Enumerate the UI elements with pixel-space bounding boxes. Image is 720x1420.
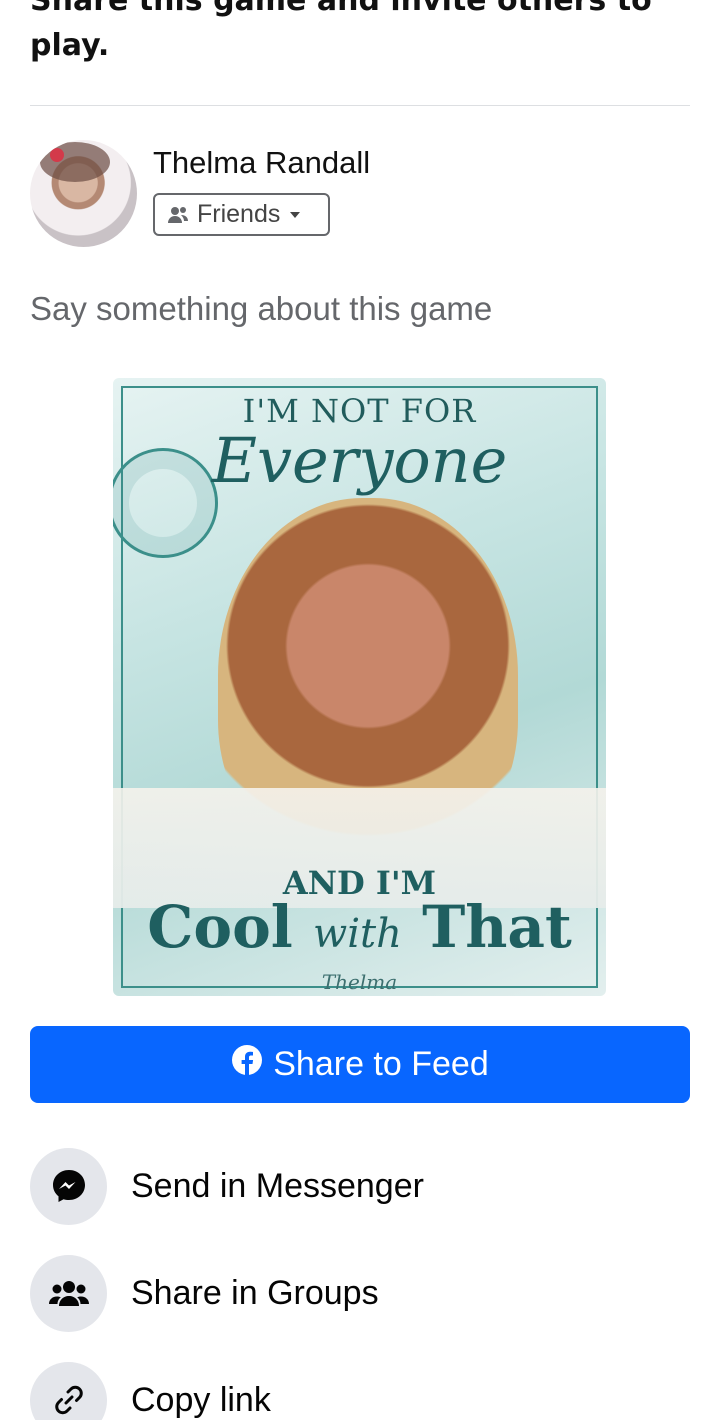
share-in-groups-option[interactable]: Share in Groups: [30, 1254, 690, 1332]
friends-icon: [167, 206, 189, 224]
copy-link-label: Copy link: [131, 1380, 271, 1419]
send-in-messenger-label: Send in Messenger: [131, 1166, 424, 1205]
image-text-cool: Cool: [147, 893, 293, 961]
copy-link-option[interactable]: Copy link: [30, 1361, 690, 1420]
post-composer-input[interactable]: Say something about this game: [30, 290, 492, 328]
divider: [30, 105, 690, 106]
share-to-feed-label: Share to Feed: [273, 1045, 489, 1083]
caret-down-icon: [288, 210, 302, 220]
audience-label: Friends: [197, 200, 281, 228]
avatar: [30, 140, 137, 247]
author-name: Thelma Randall: [153, 145, 371, 180]
image-text-line2: Everyone: [211, 424, 508, 497]
groups-icon: [30, 1254, 107, 1332]
game-preview-image: I'M NOT FOR Everyone AND I'M Cool with T…: [113, 378, 606, 996]
avatar-bow: [50, 148, 64, 162]
share-in-groups-label: Share in Groups: [131, 1273, 379, 1312]
share-dialog-title: Share this game and invite others to pla…: [30, 0, 652, 63]
link-icon: [30, 1361, 107, 1420]
send-in-messenger-option[interactable]: Send in Messenger: [30, 1147, 690, 1225]
audience-selector[interactable]: Friends: [153, 193, 330, 236]
image-text-with: with: [313, 911, 402, 957]
messenger-icon: [30, 1147, 107, 1225]
facebook-icon: [231, 1044, 263, 1085]
image-signature: Thelma: [321, 970, 398, 994]
image-text-line4: Cool with That: [113, 893, 606, 961]
share-to-feed-button[interactable]: Share to Feed: [30, 1026, 690, 1103]
image-text-that: That: [422, 893, 572, 961]
avatar-hair: [40, 142, 110, 182]
